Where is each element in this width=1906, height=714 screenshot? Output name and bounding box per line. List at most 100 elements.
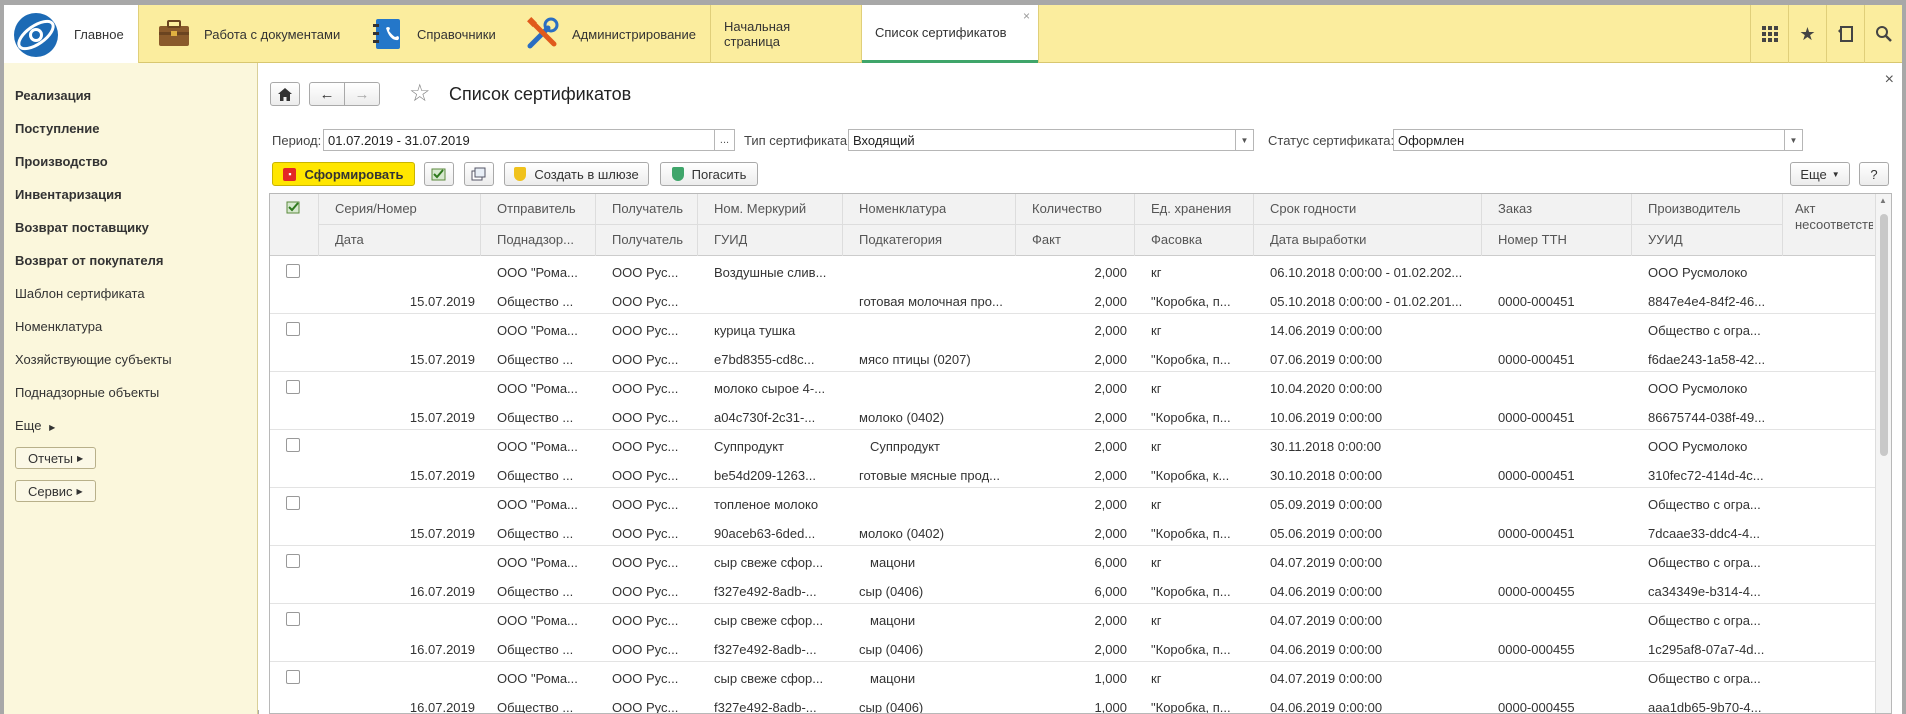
sidebar-item-supervised[interactable]: Поднадзорные объекты	[15, 385, 159, 400]
scrollbar-thumb[interactable]	[1880, 214, 1888, 456]
cell-ttn: 0000-000451	[1498, 468, 1575, 483]
help-button[interactable]: ?	[1859, 162, 1889, 186]
vertical-scrollbar[interactable]: ▲	[1875, 194, 1891, 713]
table-row[interactable]: ООО "Рома... ООО Рус... молоко сырое 4-...…	[270, 372, 1875, 430]
table-row[interactable]: ООО "Рома... ООО Рус... сыр свеже сфор... м…	[270, 604, 1875, 662]
col-mercury-nom[interactable]: Ном. Меркурий	[714, 201, 806, 216]
cell-merc: сыр свеже сфор...	[714, 613, 824, 628]
cell-date: 15.07.2019	[409, 410, 475, 425]
table-row[interactable]: ООО "Рома... ООО Рус... Воздушные слив... 2…	[270, 256, 1875, 314]
star-icon[interactable]: ★	[1788, 5, 1826, 63]
table-row[interactable]: ООО "Рома... ООО Рус... Суппродукт Суппроду…	[270, 430, 1875, 488]
col-supervised[interactable]: Поднадзор...	[497, 232, 574, 247]
topbar-right-tools: ★	[1750, 5, 1902, 63]
create-gateway-button[interactable]: Создать в шлюзе	[504, 162, 649, 186]
row-checkbox[interactable]	[286, 264, 300, 278]
col-series[interactable]: Серия/Номер	[335, 201, 417, 216]
close-form-icon[interactable]: ×	[1885, 71, 1894, 89]
cell-merc: топленое молоко	[714, 497, 819, 512]
col-expiry[interactable]: Срок годности	[1270, 201, 1356, 216]
col-nomenclature[interactable]: Номенклатура	[859, 201, 946, 216]
col-packaging[interactable]: Фасовка	[1151, 232, 1202, 247]
sidebar-item-entities[interactable]: Хозяйствующие субъекты	[15, 352, 172, 367]
service-button[interactable]: Сервис ▶	[15, 480, 96, 502]
period-input[interactable]: 01.07.2019 - 31.07.2019 ...	[323, 129, 735, 151]
mark-column-icon[interactable]	[286, 200, 301, 214]
col-production-date[interactable]: Дата выработки	[1270, 232, 1366, 247]
status-select[interactable]: Оформлен ▼	[1393, 129, 1803, 151]
tab-certificates[interactable]: Список сертификатов ×	[862, 5, 1038, 63]
scroll-up-icon[interactable]: ▲	[1879, 196, 1887, 205]
col-ttn-number[interactable]: Номер ТТН	[1498, 232, 1567, 247]
sidebar-item-return-supplier[interactable]: Возврат поставщику	[15, 220, 149, 235]
home-button[interactable]	[270, 82, 300, 106]
col-quantity[interactable]: Количество	[1032, 201, 1102, 216]
row-checkbox[interactable]	[286, 496, 300, 510]
sidebar-item-inventory[interactable]: Инвентаризация	[15, 187, 122, 202]
row-checkbox[interactable]	[286, 612, 300, 626]
forward-button[interactable]: →	[344, 82, 380, 106]
redeem-button[interactable]: Погасить	[660, 162, 758, 186]
apps-grid-icon[interactable]	[1750, 5, 1788, 63]
col-nonconformity-act[interactable]: Акт несоответств...	[1795, 201, 1873, 233]
col-guid[interactable]: ГУИД	[714, 232, 747, 247]
type-select[interactable]: Входящий ▼	[848, 129, 1254, 151]
cell-qty: 2,000	[1094, 323, 1127, 338]
section-catalogs[interactable]: Справочники	[369, 5, 496, 63]
cell-fact: 2,000	[1094, 352, 1127, 367]
col-storage-unit[interactable]: Ед. хранения	[1151, 201, 1231, 216]
sidebar-item-return-customer[interactable]: Возврат от покупателя	[15, 253, 163, 268]
cell-guid: f327e492-8adb-...	[714, 700, 817, 714]
col-fact[interactable]: Факт	[1032, 232, 1061, 247]
col-producer[interactable]: Производитель	[1648, 201, 1741, 216]
reports-button[interactable]: Отчеты ▶	[15, 447, 97, 469]
period-select-button[interactable]: ...	[714, 130, 734, 150]
tab-start-page-label: Начальная страница	[724, 19, 791, 49]
close-icon[interactable]: ×	[1023, 9, 1030, 23]
chevron-down-icon[interactable]: ▼	[1235, 130, 1253, 150]
column-divider	[1015, 194, 1016, 256]
refresh-button[interactable]	[424, 162, 454, 186]
row-checkbox[interactable]	[286, 438, 300, 452]
col-order[interactable]: Заказ	[1498, 201, 1532, 216]
section-admin[interactable]: Администрирование	[524, 5, 696, 63]
sidebar-item-production[interactable]: Производство	[15, 154, 108, 169]
search-icon[interactable]	[1864, 5, 1902, 63]
table-header: Серия/Номер Отправитель Получатель Ном. …	[270, 194, 1875, 256]
cell-unit: кг	[1151, 323, 1162, 338]
table-row[interactable]: ООО "Рома... ООО Рус... сыр свеже сфор... м…	[270, 546, 1875, 604]
cell-sender: ООО "Рома...	[497, 265, 578, 280]
col-date[interactable]: Дата	[335, 232, 364, 247]
cell-nom: мацони	[870, 613, 916, 628]
chevron-down-icon[interactable]: ▼	[1784, 130, 1802, 150]
tab-start-page[interactable]: Начальная страница	[711, 5, 861, 63]
sidebar-item-sales[interactable]: Реализация	[15, 88, 91, 103]
back-button[interactable]: ←	[309, 82, 345, 106]
sidebar-item-receipts[interactable]: Поступление	[15, 121, 100, 136]
cell-producer: Общество с огра...	[1648, 323, 1761, 338]
sidebar-more[interactable]: Еще ▶	[15, 418, 55, 433]
section-documents[interactable]: Работа с документами	[156, 5, 340, 63]
favorite-star-icon[interactable]: ☆	[409, 79, 431, 108]
more-actions-button[interactable]: Еще ▼	[1790, 162, 1850, 186]
sidebar-item-nomenclature[interactable]: Номенклатура	[15, 319, 102, 334]
copy-button[interactable]	[464, 162, 494, 186]
col-sender[interactable]: Отправитель	[497, 201, 576, 216]
col-uuid[interactable]: УУИД	[1648, 232, 1683, 247]
row-checkbox[interactable]	[286, 322, 300, 336]
col-recipient-2[interactable]: Получатель	[612, 232, 683, 247]
table-row[interactable]: ООО "Рома... ООО Рус... курица тушка 2,000 к…	[270, 314, 1875, 372]
row-checkbox[interactable]	[286, 670, 300, 684]
col-recipient[interactable]: Получатель	[612, 201, 683, 216]
table-row[interactable]: ООО "Рома... ООО Рус... топленое молоко 2,0…	[270, 488, 1875, 546]
cell-unit: кг	[1151, 265, 1162, 280]
table-row[interactable]: ООО "Рома... ООО Рус... сыр свеже сфор... м…	[270, 662, 1875, 714]
row-checkbox[interactable]	[286, 380, 300, 394]
section-home[interactable]: Главное	[4, 5, 138, 63]
generate-button[interactable]: ▪ Сформировать	[272, 162, 415, 186]
history-icon[interactable]	[1826, 5, 1864, 63]
row-checkbox[interactable]	[286, 554, 300, 568]
cell-made: 04.06.2019 0:00:00	[1270, 700, 1383, 714]
col-subcategory[interactable]: Подкатегория	[859, 232, 942, 247]
sidebar-item-cert-template[interactable]: Шаблон сертификата	[15, 286, 145, 301]
